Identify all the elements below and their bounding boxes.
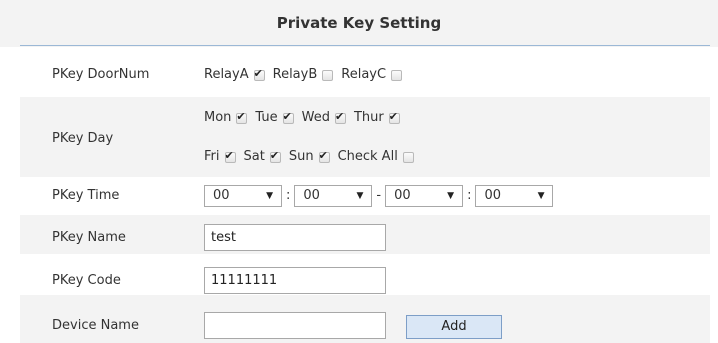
relay-b-label: RelayB [272,67,318,82]
day-thur-option: Thur ✔ [354,110,400,126]
pkey-name-label: PKey Name [52,230,126,245]
dropdown-arrow-icon: ▼ [537,191,545,201]
pkey-name-control: test [204,224,386,251]
add-button[interactable]: Add [406,315,502,339]
check-icon: ✔ [334,109,345,123]
door-num-label: PKey DoorNum [52,67,150,82]
day-sat-checkbox[interactable]: ✔ [269,148,281,163]
day-sun-label: Sun [288,149,314,164]
device-name-control [204,312,386,339]
header-divider [20,45,710,46]
start-hour-value: 00 [213,188,230,203]
section-title: Private Key Setting [276,14,442,32]
day-wed-label: Wed [301,110,330,125]
day-fri-checkbox[interactable]: ✔ [224,148,236,163]
check-icon: ✔ [236,109,246,123]
check-icon: ✔ [269,148,280,162]
door-num-checkboxes: RelayA ✔ RelayB RelayC [204,67,410,83]
dropdown-arrow-icon: ▼ [266,191,273,201]
check-icon: ✔ [318,148,328,162]
day-tue-checkbox[interactable]: ✔ [282,109,294,124]
pkey-day-row-bg [20,97,710,177]
day-wed-checkbox[interactable]: ✔ [334,109,346,124]
pkey-day-row2: Fri ✔ Sat ✔ Sun ✔ Check All [204,149,422,165]
day-mon-checkbox[interactable]: ✔ [236,109,248,124]
day-tue-label: Tue [255,110,278,125]
day-fri-label: Fri [204,149,220,164]
relay-c-label: RelayC [341,67,387,82]
check-icon: ✔ [282,109,292,123]
relay-b-option: RelayB [273,67,334,83]
day-sat-label: Sat [243,149,265,164]
time-colon: : [286,188,291,203]
pkey-day-label: PKey Day [52,131,114,146]
relay-b-checkbox[interactable] [322,69,334,81]
day-mon-label: Mon [204,110,232,125]
check-icon: ✔ [253,66,263,80]
end-hour-value: 00 [394,188,411,203]
pkey-day-row1: Mon ✔ Tue ✔ Wed ✔ Thur ✔ [204,110,408,126]
pkey-name-input[interactable]: test [204,224,386,251]
day-wed-option: Wed ✔ [302,110,346,126]
pkey-code-control: 11111111 [204,267,386,294]
day-sat-option: Sat ✔ [244,149,281,165]
dropdown-arrow-icon: ▼ [447,191,455,201]
day-mon-option: Mon ✔ [204,109,248,126]
relay-c-option: RelayC [341,67,403,83]
pkey-time-label: PKey Time [52,188,120,203]
start-hour-select[interactable]: 00 ▼ [204,185,282,207]
pkey-time-selects: 00 ▼ : 00 ▼ - 00 ▼ : 00 ▼ [204,185,554,207]
day-fri-option: Fri ✔ [204,149,236,165]
time-dash: - [376,188,382,203]
day-thur-checkbox[interactable]: ✔ [388,109,400,124]
end-minute-select[interactable]: 00 ▼ [475,185,554,207]
day-sun-option: Sun ✔ [289,149,330,165]
check-all-option: Check All [338,149,414,165]
relay-c-checkbox[interactable] [391,69,403,81]
relay-a-label: RelayA [204,67,249,82]
day-sun-checkbox[interactable]: ✔ [318,148,330,163]
device-name-input[interactable] [204,312,386,339]
pkey-code-input[interactable]: 11111111 [204,267,386,294]
check-all-label: Check All [337,149,398,164]
start-minute-select[interactable]: 00 ▼ [294,185,373,207]
check-all-checkbox[interactable] [402,151,414,163]
pkey-code-label: PKey Code [52,273,121,288]
relay-a-checkbox[interactable]: ✔ [253,66,265,81]
start-minute-value: 00 [303,188,320,203]
check-icon: ✔ [388,109,398,123]
day-thur-label: Thur [353,110,384,125]
end-hour-select[interactable]: 00 ▼ [385,185,464,207]
end-minute-value: 00 [484,188,502,203]
time-colon: : [467,188,472,203]
check-icon: ✔ [224,148,234,162]
day-tue-option: Tue ✔ [255,109,294,126]
device-name-label: Device Name [52,318,139,333]
relay-a-option: RelayA ✔ [204,67,265,83]
dropdown-arrow-icon: ▼ [356,191,364,201]
